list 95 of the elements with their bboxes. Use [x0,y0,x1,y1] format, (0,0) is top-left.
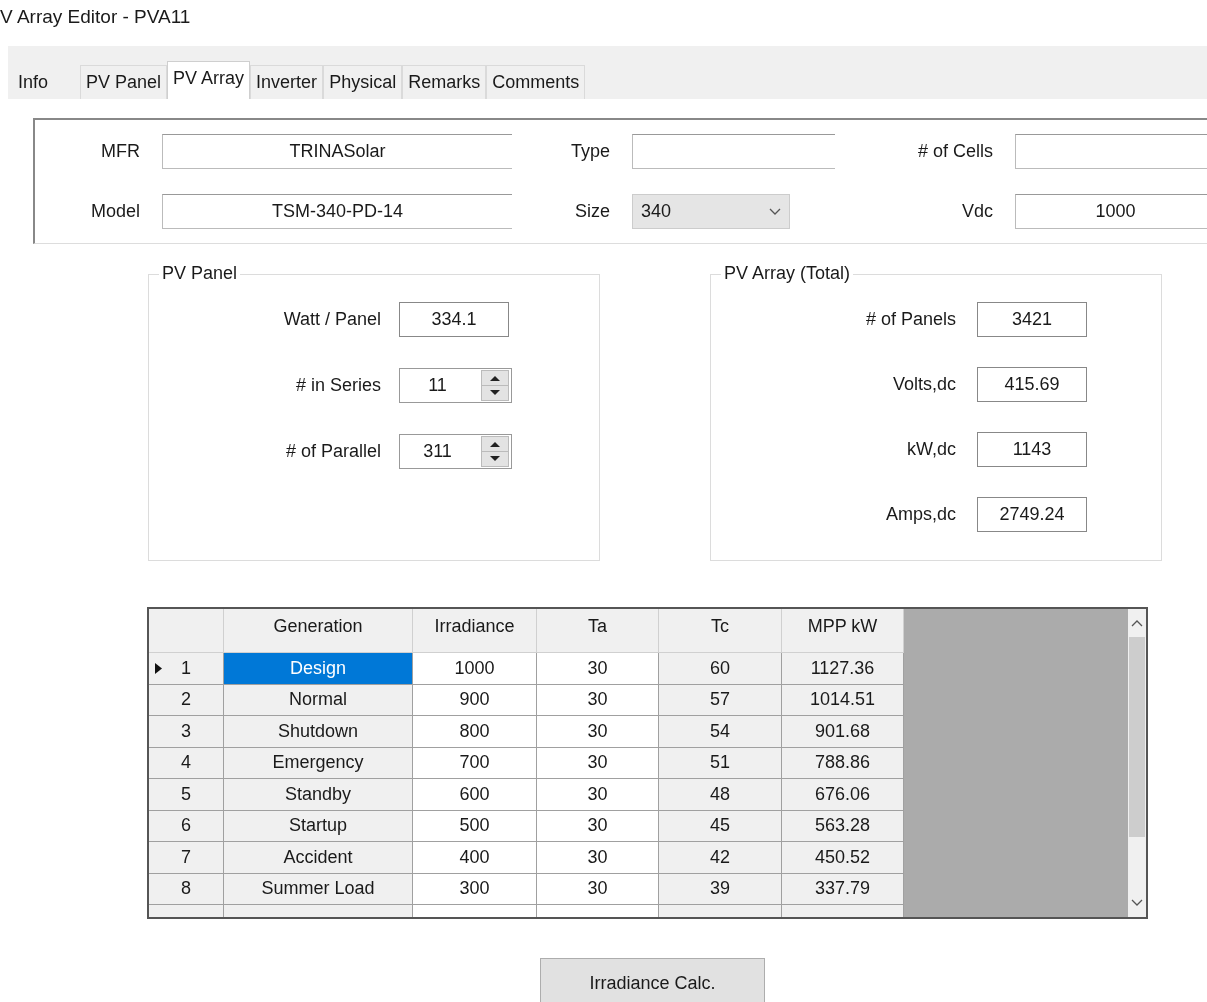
table-cell: 30 [537,779,659,811]
table-cell: 48 [659,779,782,811]
row-header[interactable]: 5 [149,779,224,811]
table-cell: 1014.51 [782,684,904,716]
tab[interactable]: Remarks [402,65,487,99]
spin-field[interactable]: 11 [399,368,512,403]
scrollbar[interactable] [1128,609,1146,917]
table-cell: Accident [224,842,413,874]
table-cell: 450.52 [782,842,904,874]
input-field[interactable] [632,134,835,169]
input-field[interactable]: 1143 [977,432,1087,467]
spin-buttons-icon[interactable] [481,370,509,401]
table-cell: 800 [413,716,537,748]
table-cell: 563.28 [782,810,904,842]
column-header: MPP kW [782,609,904,653]
field-label: # in Series [294,375,381,396]
row-header[interactable]: 4 [149,747,224,779]
column-header: Generation [224,609,413,653]
table-cell: 30 [537,810,659,842]
input-field[interactable]: 334.1 [399,302,509,337]
tab[interactable]: PV Panel [80,65,168,99]
table-cell: 30 [537,684,659,716]
row-header[interactable]: 8 [149,873,224,905]
table-cell: 400 [413,842,537,874]
table-cell: 1127.36 [782,653,904,685]
field-label: Model [90,201,140,222]
table-cell: Emergency [224,747,413,779]
row-header[interactable]: 7 [149,842,224,874]
table-cell: Design [224,653,413,685]
table-cell: 676.06 [782,779,904,811]
table-cell: 788.86 [782,747,904,779]
input-field[interactable]: 3421 [977,302,1087,337]
table-cell: Summer Load [224,873,413,905]
row-header[interactable]: 1 [149,653,224,685]
table-cell: Normal [224,684,413,716]
table-cell: 39 [659,873,782,905]
tab[interactable]: Physical [323,65,403,99]
spin-field[interactable]: 311 [399,434,512,469]
input-field[interactable]: 415.69 [977,367,1087,402]
table-cell: Standby [224,779,413,811]
input-field[interactable]: 1000 [1015,194,1207,229]
scroll-thumb[interactable] [1129,637,1145,837]
field-label: kW,dc [906,439,956,460]
window-title: V Array Editor - PVA11 [0,6,191,29]
table-cell: 60 [659,653,782,685]
row-header[interactable]: 3 [149,716,224,748]
size-dropdown[interactable]: 340 [632,194,790,229]
column-header: Tc [659,609,782,653]
column-header: Irradiance [413,609,537,653]
table-cell: 500 [413,810,537,842]
chevron-up-icon[interactable] [1131,619,1143,627]
chevron-down-icon[interactable] [1131,899,1143,907]
chevron-down-icon [769,207,781,216]
group-title: PV Array (Total) [721,263,854,284]
field-label: # of Parallel [284,441,381,462]
table-cell: 57 [659,684,782,716]
field-label: Type [570,141,610,162]
column-header: Ta [537,609,659,653]
table-cell: 337.79 [782,873,904,905]
table-cell: 300 [413,873,537,905]
table-cell: 54 [659,716,782,748]
field-label: Size [575,201,610,222]
tab[interactable]: Comments [486,65,586,99]
table-cell: 30 [537,747,659,779]
table-cell: 51 [659,747,782,779]
input-field[interactable] [1015,134,1207,169]
table-cell: 700 [413,747,537,779]
tab[interactable]: Inverter [250,65,324,99]
field-label: # of Panels [864,309,956,330]
field-label: Volts,dc [891,374,956,395]
spin-buttons-icon[interactable] [481,436,509,467]
table-cell: Shutdown [224,716,413,748]
table-cell: 30 [537,842,659,874]
table-cell: Startup [224,810,413,842]
table-cell: 600 [413,779,537,811]
table-cell: 30 [537,873,659,905]
table-cell: 900 [413,684,537,716]
input-field[interactable]: TRINASolar [162,134,512,169]
field-label: Amps,dc [884,504,956,525]
field-label: # of Cells [917,141,993,162]
tab[interactable]: PV Array [167,61,251,99]
table-cell: 30 [537,653,659,685]
field-label: Vdc [961,201,993,222]
table-cell: 42 [659,842,782,874]
table-cell: 45 [659,810,782,842]
field-label: MFR [101,141,140,162]
table-cell: 901.68 [782,716,904,748]
row-header[interactable]: 2 [149,684,224,716]
table-cell: 30 [537,716,659,748]
table-cell: 1000 [413,653,537,685]
input-field[interactable]: 2749.24 [977,497,1087,532]
irradiance-calc-button[interactable]: Irradiance Calc. [540,958,765,1002]
input-field[interactable]: TSM-340-PD-14 [162,194,512,229]
field-label: Watt / Panel [282,309,381,330]
row-header[interactable]: 6 [149,810,224,842]
